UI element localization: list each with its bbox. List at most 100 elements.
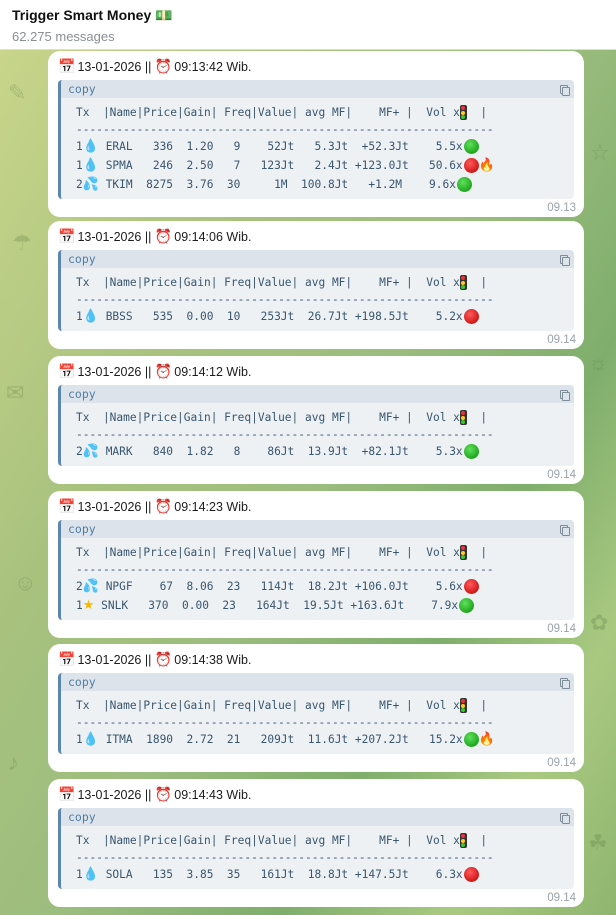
message-bubble[interactable]: 📅 13-01-2026 || ⏰ 09:13:42 Wib. copy Tx … [48, 51, 584, 217]
message-header: 📅 13-01-2026 || ⏰ 09:14:23 Wib. [58, 499, 252, 515]
alarm-clock-icon: ⏰ [154, 499, 173, 515]
red-circle-icon [463, 309, 479, 324]
traffic-light-icon [459, 698, 467, 713]
copy-icon[interactable] [560, 389, 570, 401]
droplet-icon: 💧 [82, 309, 99, 324]
doodle-icon: ✎ [8, 80, 27, 105]
green-circle-icon [459, 598, 475, 613]
message-bubble[interactable]: 📅 13-01-2026 || ⏰ 09:14:38 Wib. copy Tx … [48, 644, 584, 772]
message-date: 13-01-2026 [77, 365, 142, 379]
row-values: NPGF 67 8.06 23 114Jt 18.2Jt +106.0Jt 5.… [105, 580, 463, 593]
code-block-toolbar: copy [61, 808, 574, 826]
green-circle-icon [463, 732, 479, 747]
doodle-icon: ☂ [12, 230, 32, 255]
message-time-label: 09:14:06 Wib. [174, 230, 252, 244]
message-date: 13-01-2026 [77, 230, 142, 244]
row-values: TKIM 8275 3.76 30 1M 100.8Jt +1.2M 9.6x [105, 178, 456, 191]
row-values: MARK 840 1.82 8 86Jt 13.9Jt +82.1Jt 5.3x [105, 445, 463, 458]
fire-icon: 🔥 [478, 158, 495, 173]
table-row: 2 💦 TKIM 8275 3.76 30 1M 100.8Jt +1.2M 9.… [76, 175, 574, 194]
copy-icon[interactable] [560, 84, 570, 96]
code-block[interactable]: copy Tx |Name|Price|Gain| Freq|Value| av… [58, 250, 574, 331]
alarm-clock-icon: ⏰ [154, 59, 173, 75]
calendar-icon: 📅 [58, 787, 76, 803]
droplet-icon: 💧 [82, 732, 99, 747]
message-time-label: 09:14:12 Wib. [174, 365, 252, 379]
message-header: 📅 13-01-2026 || ⏰ 09:14:12 Wib. [58, 364, 252, 380]
droplet-icon: 💧 [82, 139, 99, 154]
message-bubble[interactable]: 📅 13-01-2026 || ⏰ 09:14:12 Wib. copy Tx … [48, 356, 584, 484]
row-values: SNLK 370 0.00 23 164Jt 19.5Jt +163.6Jt 7… [101, 599, 459, 612]
message-date: 13-01-2026 [77, 653, 142, 667]
code-content: Tx |Name|Price|Gain| Freq|Value| avg MF|… [61, 268, 574, 331]
doodle-icon: ✿ [590, 610, 609, 635]
message-header: 📅 13-01-2026 || ⏰ 09:13:42 Wib. [58, 59, 252, 75]
tx-count: 2 [76, 445, 83, 458]
green-circle-icon [463, 139, 479, 154]
code-block[interactable]: copy Tx |Name|Price|Gain| Freq|Value| av… [58, 385, 574, 466]
droplet-icon: 💧 [82, 158, 99, 173]
tx-count: 2 [76, 580, 83, 593]
tx-count: 1 [76, 599, 83, 612]
copy-label[interactable]: copy [68, 810, 96, 824]
copy-label[interactable]: copy [68, 675, 96, 689]
copy-icon[interactable] [560, 812, 570, 824]
message-sent-time: 09.14 [547, 892, 576, 904]
code-block[interactable]: copy Tx |Name|Price|Gain| Freq|Value| av… [58, 808, 574, 889]
code-block-toolbar: copy [61, 250, 574, 268]
message-bubble[interactable]: 📅 13-01-2026 || ⏰ 09:14:43 Wib. copy Tx … [48, 779, 584, 907]
table-row: 1 💧 SOLA 135 3.85 35 161Jt 18.8Jt +147.5J… [76, 865, 574, 884]
copy-label[interactable]: copy [68, 82, 96, 96]
table-header: Tx |Name|Price|Gain| Freq|Value| avg MF|… [76, 105, 488, 120]
tx-count: 1 [76, 868, 83, 881]
tx-count: 1 [76, 310, 83, 323]
fire-icon: 🔥 [478, 732, 495, 747]
table-separator: ----------------------------------------… [76, 123, 494, 136]
calendar-icon: 📅 [58, 364, 76, 380]
code-block[interactable]: copy Tx |Name|Price|Gain| Freq|Value| av… [58, 673, 574, 754]
traffic-light-icon [459, 410, 467, 425]
doodle-icon: ♪ [8, 750, 19, 775]
money-icon: 💵 [155, 8, 173, 24]
green-circle-icon [463, 444, 479, 459]
table-separator: ----------------------------------------… [76, 428, 494, 441]
calendar-icon: 📅 [58, 499, 76, 515]
copy-label[interactable]: copy [68, 522, 96, 536]
table-separator: ----------------------------------------… [76, 716, 494, 729]
copy-icon[interactable] [560, 254, 570, 266]
message-date: 13-01-2026 [77, 788, 142, 802]
tx-count: 1 [76, 159, 83, 172]
message-time-label: 09:14:23 Wib. [174, 500, 252, 514]
message-count: 62.275 messages [12, 29, 115, 44]
red-circle-icon [463, 867, 479, 882]
code-content: Tx |Name|Price|Gain| Freq|Value| avg MF|… [61, 98, 574, 199]
code-block-toolbar: copy [61, 385, 574, 403]
message-time-label: 09:13:42 Wib. [174, 60, 252, 74]
copy-label[interactable]: copy [68, 387, 96, 401]
code-block[interactable]: copy Tx |Name|Price|Gain| Freq|Value| av… [58, 80, 574, 199]
table-header: Tx |Name|Price|Gain| Freq|Value| avg MF|… [76, 545, 488, 560]
table-separator: ----------------------------------------… [76, 851, 494, 864]
copy-label[interactable]: copy [68, 252, 96, 266]
star-icon: ★ [82, 598, 95, 613]
tx-count: 1 [76, 733, 83, 746]
message-bubble[interactable]: 📅 13-01-2026 || ⏰ 09:14:23 Wib. copy Tx … [48, 491, 584, 638]
copy-icon[interactable] [560, 524, 570, 536]
table-row: 1 💧 SPMA 246 2.50 7 123Jt 2.4Jt +123.0Jt … [76, 156, 574, 175]
code-block-toolbar: copy [61, 80, 574, 98]
doodle-icon: ☆ [590, 140, 610, 165]
calendar-icon: 📅 [58, 652, 76, 668]
traffic-light-icon [459, 833, 467, 848]
chat-header[interactable]: Trigger Smart Money 💵 62.275 messages [0, 0, 616, 50]
droplets-icon: 💦 [82, 177, 99, 192]
copy-icon[interactable] [560, 677, 570, 689]
green-circle-icon [456, 177, 472, 192]
message-bubble[interactable]: 📅 13-01-2026 || ⏰ 09:14:06 Wib. copy Tx … [48, 221, 584, 349]
tx-count: 2 [76, 178, 83, 191]
code-content: Tx |Name|Price|Gain| Freq|Value| avg MF|… [61, 826, 574, 889]
code-block[interactable]: copy Tx |Name|Price|Gain| Freq|Value| av… [58, 520, 574, 620]
doodle-icon: ☼ [588, 350, 609, 375]
alarm-clock-icon: ⏰ [154, 652, 173, 668]
chat-area[interactable]: ✎ ☂ ✉ ☺ ♪ ☆ ☼ ✿ ☘ 📅 13-01-2026 || ⏰ 09:1… [0, 50, 616, 915]
traffic-light-icon [459, 105, 467, 120]
